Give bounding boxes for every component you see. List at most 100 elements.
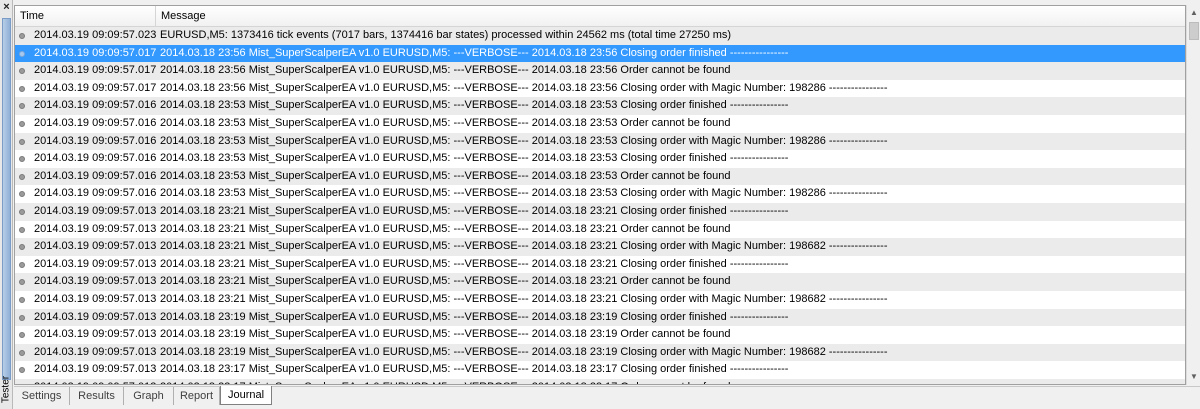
log-entry-icon: [19, 156, 25, 163]
log-entry-icon: [19, 349, 25, 356]
table-row[interactable]: 2014.03.19 09:09:57.013 2014.03.18 23:21 …: [15, 291, 1185, 309]
tab-journal[interactable]: Journal: [220, 386, 272, 405]
message-cell: 2014.03.18 23:53 Mist_SuperScalperEA v1.…: [160, 187, 888, 200]
table-row[interactable]: 2014.03.19 09:09:57.016 2014.03.18 23:53 …: [15, 115, 1185, 133]
table-row[interactable]: 2014.03.19 09:09:57.016 2014.03.18 23:53 …: [15, 167, 1185, 186]
time-cell: 2014.03.19 09:09:57.016: [34, 99, 156, 112]
time-cell: 2014.03.19 09:09:57.013: [34, 379, 156, 384]
message-cell: 2014.03.18 23:21 Mist_SuperScalperEA v1.…: [160, 222, 731, 235]
scroll-thumb[interactable]: [1189, 22, 1199, 40]
message-cell: 2014.03.18 23:53 Mist_SuperScalperEA v1.…: [160, 152, 789, 165]
time-cell: 2014.03.19 09:09:57.013: [34, 292, 156, 305]
time-cell: 2014.03.19 09:09:57.017: [34, 64, 156, 77]
table-row[interactable]: 2014.03.19 09:09:57.013 2014.03.18 23:21 …: [15, 256, 1185, 274]
table-row[interactable]: 2014.03.19 09:09:57.013 2014.03.18 23:17 …: [15, 378, 1185, 384]
table-row[interactable]: 2014.03.19 09:09:57.013 2014.03.18 23:21 …: [15, 273, 1185, 291]
time-cell: 2014.03.19 09:09:57.017: [34, 46, 156, 59]
log-entry-icon: [19, 50, 25, 57]
time-cell: 2014.03.19 09:09:57.017: [34, 81, 156, 94]
log-entry-icon: [19, 103, 25, 110]
tester-tabs: Settings Results Graph Report Journal: [14, 386, 1200, 409]
tab-results[interactable]: Results: [70, 387, 124, 405]
message-cell: 2014.03.18 23:21 Mist_SuperScalperEA v1.…: [160, 204, 789, 217]
log-entry-icon: [19, 314, 25, 321]
log-entry-icon: [19, 138, 25, 145]
table-row[interactable]: 2014.03.19 09:09:57.017 2014.03.18 23:56 …: [15, 62, 1185, 80]
table-row[interactable]: 2014.03.19 09:09:57.013 2014.03.18 23:17 …: [15, 361, 1185, 379]
message-cell: 2014.03.18 23:17 Mist_SuperScalperEA v1.…: [160, 379, 1185, 384]
message-cell: 2014.03.18 23:17 Mist_SuperScalperEA v1.…: [160, 363, 789, 376]
column-header-time[interactable]: Time: [15, 6, 156, 27]
table-body: 2014.03.19 09:09:57.023 EURUSD,M5: 137341…: [15, 27, 1185, 384]
log-entry-icon: [19, 85, 25, 92]
table-row[interactable]: 2014.03.19 09:09:57.013 2014.03.18 23:19 …: [15, 326, 1185, 344]
time-cell: 2014.03.19 09:09:57.016: [34, 134, 156, 147]
time-cell: 2014.03.19 09:09:57.016: [34, 116, 156, 129]
message-cell: 2014.03.18 23:56 Mist_SuperScalperEA v1.…: [160, 64, 731, 77]
table-header: Time Message: [15, 6, 1185, 27]
sidebar-label: Tester: [0, 372, 13, 408]
table-row[interactable]: 2014.03.19 09:09:57.013 2014.03.18 23:19 …: [15, 343, 1185, 362]
tab-settings[interactable]: Settings: [14, 387, 70, 405]
message-cell: EURUSD,M5: 1373416 tick events (7017 bar…: [160, 29, 732, 41]
time-cell: 2014.03.19 09:09:57.023: [34, 29, 156, 41]
time-cell: 2014.03.19 09:09:57.016: [34, 169, 156, 182]
table-row[interactable]: 2014.03.19 09:09:57.016 2014.03.18 23:53 …: [15, 185, 1185, 203]
log-entry-icon: [19, 208, 25, 215]
message-cell: 2014.03.18 23:19 Mist_SuperScalperEA v1.…: [160, 328, 731, 341]
message-cell: 2014.03.18 23:21 Mist_SuperScalperEA v1.…: [160, 257, 789, 270]
log-entry-icon: [19, 261, 25, 268]
journal-table: Time Message 2014.03.19 09:09:57.023 EURU…: [14, 5, 1186, 385]
table-row[interactable]: 2014.03.19 09:09:57.016 2014.03.18 23:53 …: [15, 150, 1185, 168]
message-cell: 2014.03.18 23:56 Mist_SuperScalperEA v1.…: [160, 46, 789, 59]
tester-label: Tester: [0, 375, 12, 404]
log-entry-icon: [19, 332, 25, 339]
vertical-scrollbar[interactable]: ▲ ▼: [1186, 5, 1200, 385]
scroll-down-icon[interactable]: ▼: [1187, 369, 1200, 385]
table-row[interactable]: 2014.03.19 09:09:57.013 2014.03.18 23:21 …: [15, 202, 1185, 221]
log-entry-icon: [19, 367, 25, 374]
message-cell: 2014.03.18 23:21 Mist_SuperScalperEA v1.…: [160, 275, 731, 288]
table-row[interactable]: 2014.03.19 09:09:57.013 2014.03.18 23:19 …: [15, 308, 1185, 327]
scroll-up-icon[interactable]: ▲: [1187, 5, 1200, 21]
sidebar-strip: [2, 18, 11, 380]
log-entry-icon: [19, 191, 25, 198]
tab-graph[interactable]: Graph: [124, 387, 174, 405]
message-cell: 2014.03.18 23:53 Mist_SuperScalperEA v1.…: [160, 116, 731, 129]
tester-panel: × Tester Time Message 2014.03.19 09:09:5…: [0, 0, 1200, 409]
time-cell: 2014.03.19 09:09:57.013: [34, 310, 156, 323]
table-row[interactable]: 2014.03.19 09:09:57.013 2014.03.18 23:21 …: [15, 238, 1185, 256]
time-cell: 2014.03.19 09:09:57.013: [34, 240, 156, 253]
tab-report[interactable]: Report: [174, 387, 220, 405]
log-entry-icon: [19, 68, 25, 75]
message-cell: 2014.03.18 23:53 Mist_SuperScalperEA v1.…: [160, 169, 731, 182]
table-row[interactable]: 2014.03.19 09:09:57.013 2014.03.18 23:21 …: [15, 221, 1185, 239]
log-entry-icon: [19, 279, 25, 286]
message-cell: 2014.03.18 23:53 Mist_SuperScalperEA v1.…: [160, 99, 789, 112]
tester-sidebar: × Tester: [0, 0, 13, 409]
message-cell: 2014.03.18 23:53 Mist_SuperScalperEA v1.…: [160, 134, 888, 147]
table-row[interactable]: 2014.03.19 09:09:57.016 2014.03.18 23:53 …: [15, 132, 1185, 151]
message-cell: 2014.03.18 23:21 Mist_SuperScalperEA v1.…: [160, 240, 888, 253]
message-cell: 2014.03.18 23:19 Mist_SuperScalperEA v1.…: [160, 345, 888, 358]
log-entry-icon: [19, 173, 25, 180]
time-cell: 2014.03.19 09:09:57.013: [34, 222, 156, 235]
log-entry-icon: [19, 244, 25, 251]
table-row[interactable]: 2014.03.19 09:09:57.017 2014.03.18 23:56 …: [15, 44, 1185, 63]
time-cell: 2014.03.19 09:09:57.013: [34, 345, 156, 358]
time-cell: 2014.03.19 09:09:57.013: [34, 363, 156, 376]
table-row[interactable]: 2014.03.19 09:09:57.016 2014.03.18 23:53 …: [15, 97, 1185, 115]
close-icon[interactable]: ×: [1, 2, 12, 13]
column-header-message[interactable]: Message: [156, 6, 1185, 27]
time-cell: 2014.03.19 09:09:57.016: [34, 187, 156, 200]
log-entry-icon: [19, 296, 25, 303]
message-cell: 2014.03.18 23:21 Mist_SuperScalperEA v1.…: [160, 292, 888, 305]
time-cell: 2014.03.19 09:09:57.016: [34, 152, 156, 165]
time-cell: 2014.03.19 09:09:57.013: [34, 275, 156, 288]
time-cell: 2014.03.19 09:09:57.013: [34, 204, 156, 217]
time-cell: 2014.03.19 09:09:57.013: [34, 257, 156, 270]
table-row[interactable]: 2014.03.19 09:09:57.017 2014.03.18 23:56 …: [15, 80, 1185, 98]
time-cell: 2014.03.19 09:09:57.013: [34, 328, 156, 341]
table-row[interactable]: 2014.03.19 09:09:57.023 EURUSD,M5: 137341…: [15, 27, 1185, 45]
message-cell: 2014.03.18 23:56 Mist_SuperScalperEA v1.…: [160, 81, 888, 94]
